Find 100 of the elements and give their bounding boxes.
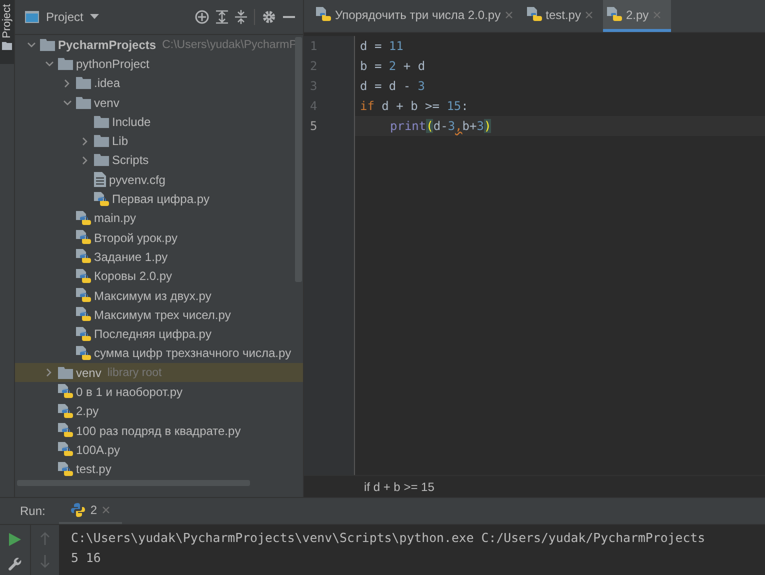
line-number: 5: [309, 118, 318, 135]
tree-item-label: PycharmProjects: [58, 38, 156, 52]
tree-item[interactable]: Максимум из двух.py: [15, 286, 303, 306]
tree-item[interactable]: main.py: [15, 208, 303, 228]
tree-item-label: venv: [76, 366, 102, 380]
chevron-right-icon[interactable]: [82, 156, 88, 165]
python-icon: [71, 503, 86, 517]
collapse-all-icon[interactable]: [235, 10, 247, 24]
tree-item-label: 100 раз подряд в квадрате.py: [76, 424, 241, 438]
run-label: Run:: [20, 504, 46, 518]
python-file-icon: [76, 307, 91, 322]
tree-item[interactable]: pythonProject: [15, 54, 303, 74]
tree-item-label: venv: [94, 96, 120, 110]
python-file-icon: [76, 249, 91, 264]
tree-item-label: Максимум из двух.py: [94, 288, 212, 302]
tree-item-label: .idea: [94, 76, 120, 90]
folder-icon: [40, 38, 55, 51]
crosshair-icon[interactable]: [195, 10, 209, 24]
tree-item-label: main.py: [94, 211, 136, 226]
editor-tab[interactable]: Упорядочить три числа 2.0.py: [312, 0, 523, 32]
minimize-icon[interactable]: [283, 16, 295, 18]
tree-item[interactable]: 2.py: [15, 402, 303, 421]
folder-icon: [76, 77, 91, 90]
tree-item[interactable]: venv: [15, 92, 303, 112]
tree-item[interactable]: Первая цифра.py: [15, 189, 303, 209]
tree-item-label: test.py: [76, 462, 112, 476]
python-file-icon: [316, 7, 331, 22]
breadcrumb[interactable]: if d + b >= 15: [364, 480, 434, 494]
python-file-icon: [76, 230, 91, 246]
run-icon[interactable]: [9, 533, 21, 546]
settings-icon[interactable]: [262, 10, 276, 24]
tree-item[interactable]: pyvenv.cfg: [15, 170, 303, 190]
close-icon[interactable]: [504, 10, 513, 18]
expand-all-icon[interactable]: [216, 10, 228, 24]
console-output-line: 5 16: [71, 549, 102, 567]
editor-tab[interactable]: test.py: [522, 0, 603, 32]
tree-item[interactable]: 100 раз подряд в квадрате.py: [15, 420, 303, 440]
chevron-right-icon[interactable]: [46, 368, 52, 378]
tree-item-note: library root: [107, 366, 162, 379]
code-line: d = d - 3: [359, 78, 426, 95]
tree-item[interactable]: Scripts: [15, 150, 303, 170]
code-line: if d + b >= 15:: [359, 98, 470, 115]
panel-title[interactable]: Project: [46, 10, 84, 24]
folder-icon: [94, 154, 109, 166]
python-file-icon: [76, 210, 91, 226]
python-file-icon: [58, 423, 73, 438]
tree-item[interactable]: Include: [15, 112, 303, 132]
python-file-icon: [58, 384, 73, 400]
tree-item-label: pythonProject: [76, 56, 150, 71]
folder-icon: [58, 366, 73, 379]
tree-item[interactable]: venv library root: [15, 363, 303, 382]
tree-item[interactable]: Коровы 2.0.py: [15, 266, 303, 286]
chevron-right-icon[interactable]: [64, 78, 70, 88]
tree-item[interactable]: Последняя цифра.py: [15, 324, 303, 344]
python-file-icon: [58, 462, 73, 477]
tree-item-label: Lib: [112, 134, 128, 148]
tree-item-label: Scripts: [112, 153, 149, 168]
tree-item-label: Последняя цифра.py: [94, 327, 212, 342]
python-file-icon: [76, 346, 91, 361]
tree-item[interactable]: .idea: [15, 74, 303, 93]
vertical-scrollbar[interactable]: [295, 37, 302, 282]
tree-item-label: Коровы 2.0.py: [94, 269, 172, 284]
chevron-down-icon[interactable]: [44, 60, 54, 67]
tree-item-label: сумма цифр трехзначного числа.py: [94, 346, 292, 360]
chevron-down-icon[interactable]: [26, 42, 36, 48]
tree-item[interactable]: PycharmProjects C:\Users\yudak\PycharmP: [15, 35, 303, 54]
close-icon[interactable]: [102, 506, 110, 514]
project-tool-tab[interactable]: Project: [0, 0, 14, 64]
python-file-icon: [94, 192, 109, 207]
tree-item-label: pyvenv.cfg: [109, 172, 166, 187]
folder-icon: [94, 116, 109, 128]
chevron-down-icon[interactable]: [62, 100, 72, 106]
tree-item[interactable]: 100A.py: [15, 440, 303, 460]
tree-item-label: 2.py: [76, 404, 99, 418]
tree-item-label: Первая цифра.py: [112, 192, 210, 206]
python-file-icon: [58, 404, 73, 419]
editor-tab[interactable]: 2.py: [602, 0, 671, 32]
tree-item[interactable]: Второй урок.py: [15, 228, 303, 248]
chevron-right-icon[interactable]: [82, 136, 88, 146]
tree-item[interactable]: Задание 1.py: [15, 247, 303, 267]
console-output-line: C:\Users\yudak\PycharmProjects\venv\Scripts\python.exe C:/Users/yudak/PycharmProjects: [71, 529, 706, 547]
code-line: d = 11: [359, 38, 404, 55]
tree-item-label: Include: [112, 114, 151, 129]
window-icon: [25, 11, 39, 23]
python-file-icon: [76, 288, 91, 303]
dropdown-caret-icon[interactable]: [90, 14, 100, 20]
wrench-icon[interactable]: [8, 557, 22, 571]
folder-icon: [58, 58, 73, 70]
close-icon[interactable]: [584, 10, 593, 18]
tree-item-label: 100A.py: [76, 442, 120, 457]
code-line: b = 2 + d: [359, 58, 426, 75]
tree-item[interactable]: 0 в 1 и наоборот.py: [15, 382, 303, 402]
tree-item-label: 0 в 1 и наоборот.py: [76, 384, 183, 399]
tree-item-note: C:\Users\yudak\PycharmP: [162, 38, 297, 51]
tree-item[interactable]: сумма цифр трехзначного числа.py: [15, 344, 303, 364]
python-file-icon: [76, 326, 91, 342]
tree-item[interactable]: Максимум трех чисел.py: [15, 305, 303, 324]
tree-item-label: Второй урок.py: [94, 230, 178, 245]
tree-item[interactable]: Lib: [15, 131, 303, 151]
tree-item[interactable]: test.py: [15, 460, 303, 479]
